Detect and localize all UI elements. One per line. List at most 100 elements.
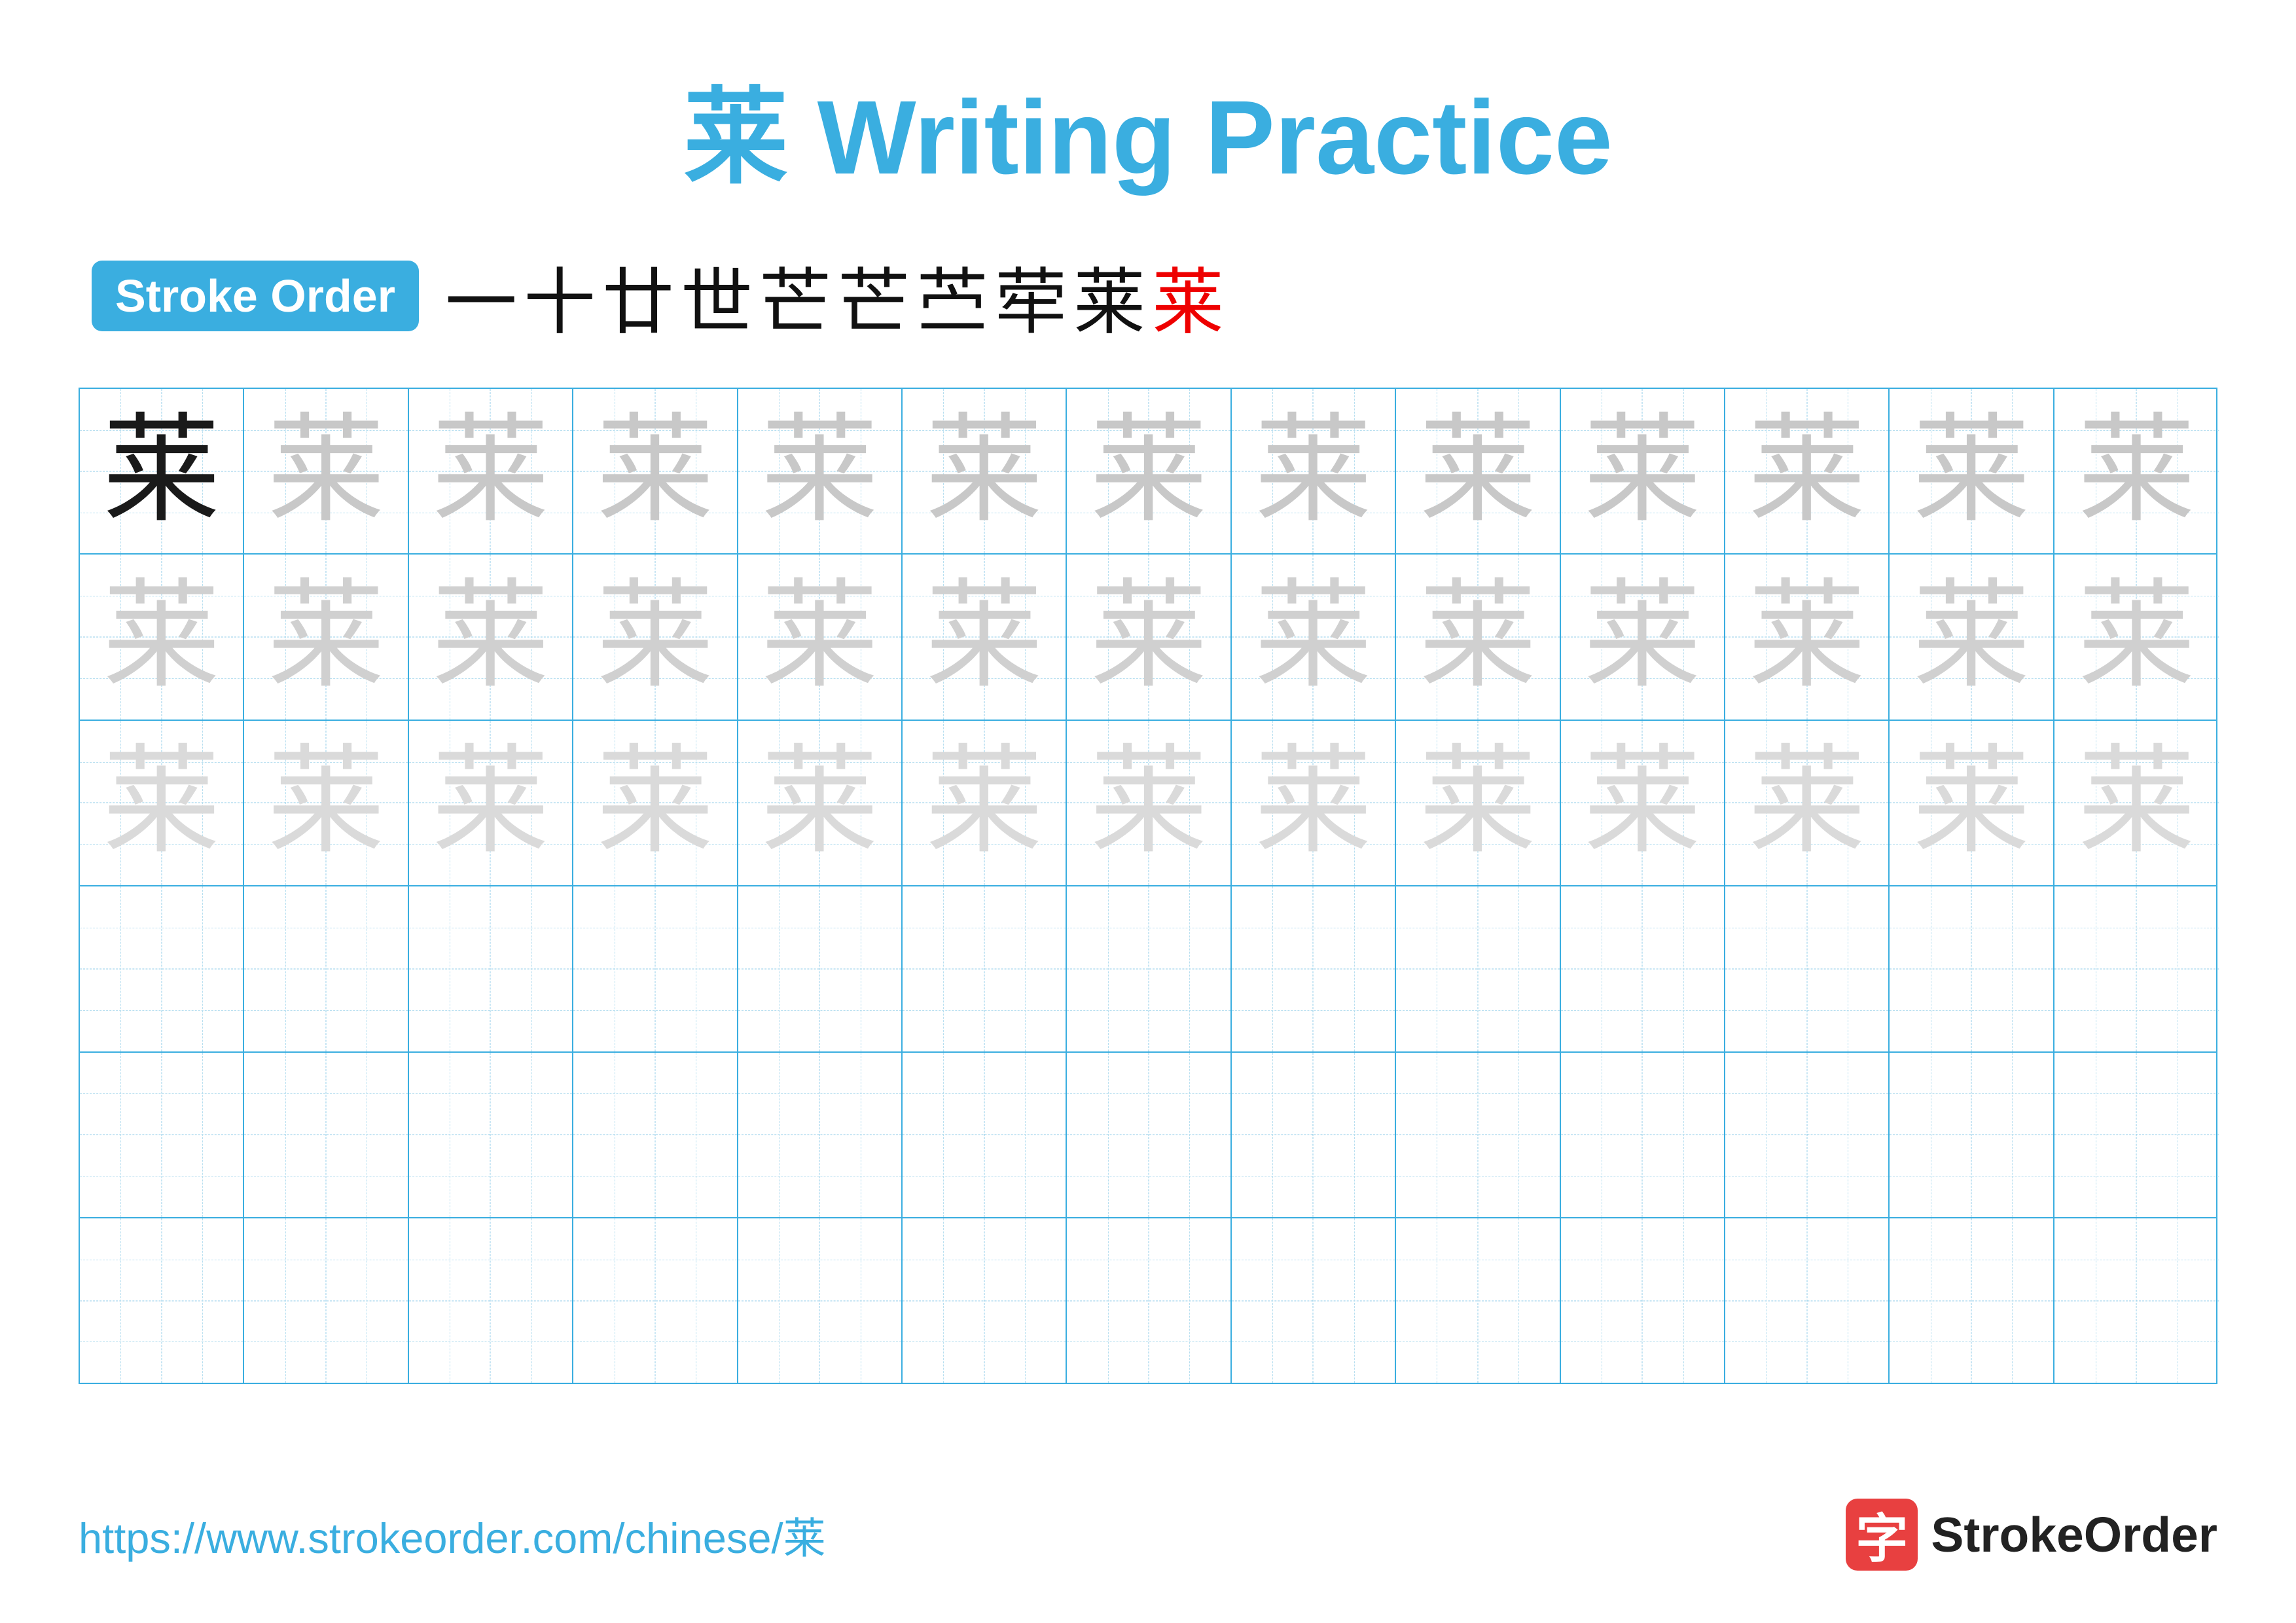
grid-cell[interactable]: 莱 — [903, 555, 1067, 719]
grid-cell[interactable]: 莱 — [1725, 555, 1890, 719]
grid-cell[interactable] — [1067, 886, 1231, 1051]
grid-cell[interactable] — [1396, 1218, 1560, 1383]
grid-cell[interactable] — [1561, 1218, 1725, 1383]
grid-cell[interactable]: 莱 — [409, 389, 573, 553]
grid-cell[interactable]: 莱 — [80, 555, 244, 719]
grid-cell[interactable] — [1232, 1218, 1396, 1383]
practice-char: 莱 — [1090, 744, 1208, 862]
grid-cell[interactable] — [80, 886, 244, 1051]
grid-cell[interactable] — [738, 1053, 903, 1217]
grid-cell[interactable]: 莱 — [1232, 721, 1396, 885]
grid-cell[interactable] — [1232, 886, 1396, 1051]
grid-row[interactable] — [80, 886, 2216, 1052]
grid-cell[interactable]: 莱 — [2054, 555, 2219, 719]
grid-cell[interactable]: 莱 — [1232, 389, 1396, 553]
grid-cell[interactable]: 莱 — [738, 555, 903, 719]
grid-cell[interactable]: 莱 — [409, 721, 573, 885]
grid-cell[interactable]: 莱 — [1890, 555, 2054, 719]
grid-cell[interactable] — [903, 886, 1067, 1051]
grid-cell[interactable]: 莱 — [1396, 389, 1560, 553]
grid-cell[interactable]: 莱 — [1067, 721, 1231, 885]
grid-cell[interactable]: 莱 — [573, 389, 738, 553]
grid-cell[interactable] — [244, 1053, 408, 1217]
grid-cell[interactable] — [1396, 1053, 1560, 1217]
grid-cell[interactable]: 莱 — [573, 721, 738, 885]
grid-cell[interactable]: 莱 — [1561, 721, 1725, 885]
logo-text: StrokeOrder — [1931, 1506, 2217, 1563]
grid-cell[interactable]: 莱 — [1725, 721, 1890, 885]
grid-cell[interactable]: 莱 — [409, 555, 573, 719]
grid-cell[interactable] — [903, 1053, 1067, 1217]
grid-cell[interactable]: 莱 — [1396, 721, 1560, 885]
grid-cell[interactable]: 莱 — [80, 721, 244, 885]
grid-cell[interactable] — [1725, 1053, 1890, 1217]
grid-cell[interactable] — [903, 1218, 1067, 1383]
grid-cell[interactable] — [573, 1218, 738, 1383]
stroke-sequence: 一 十 廿 世 芒 芒 苎 荦 莱 莱 — [445, 244, 1224, 348]
footer: https://www.strokeorder.com/chinese/莱 字 … — [79, 1499, 2217, 1571]
practice-char: 莱 — [596, 412, 714, 530]
grid-cell[interactable] — [1725, 1218, 1890, 1383]
grid-cell[interactable] — [738, 886, 903, 1051]
grid-cell[interactable]: 莱 — [573, 555, 738, 719]
grid-cell[interactable]: 莱 — [738, 389, 903, 553]
grid-cell[interactable]: 莱 — [2054, 721, 2219, 885]
practice-char: 莱 — [1254, 744, 1372, 862]
grid-cell[interactable]: 莱 — [1232, 555, 1396, 719]
grid-row[interactable] — [80, 1053, 2216, 1218]
grid-cell[interactable] — [573, 886, 738, 1051]
grid-cell[interactable] — [1561, 886, 1725, 1051]
grid-row[interactable] — [80, 1218, 2216, 1383]
grid-row[interactable]: 莱莱莱莱莱莱莱莱莱莱莱莱莱 — [80, 555, 2216, 720]
practice-char: 莱 — [431, 744, 549, 862]
grid-cell[interactable]: 莱 — [1067, 555, 1231, 719]
grid-cell[interactable]: 莱 — [244, 555, 408, 719]
grid-cell[interactable]: 莱 — [1067, 389, 1231, 553]
grid-cell[interactable] — [1396, 886, 1560, 1051]
grid-cell[interactable]: 莱 — [244, 721, 408, 885]
grid-cell[interactable] — [2054, 1053, 2219, 1217]
grid-cell[interactable] — [1890, 1053, 2054, 1217]
practice-char: 莱 — [925, 412, 1043, 530]
grid-cell[interactable]: 莱 — [2054, 389, 2219, 553]
grid-cell[interactable] — [2054, 1218, 2219, 1383]
grid-cell[interactable] — [1890, 886, 2054, 1051]
grid-cell[interactable] — [80, 1218, 244, 1383]
grid-cell[interactable]: 莱 — [1396, 555, 1560, 719]
grid-cell[interactable] — [2054, 886, 2219, 1051]
grid-cell[interactable]: 莱 — [903, 389, 1067, 553]
grid-cell[interactable] — [1067, 1053, 1231, 1217]
grid-cell[interactable] — [1890, 1218, 2054, 1383]
title-chinese: 莱 — [683, 79, 788, 196]
grid-cell[interactable]: 莱 — [1890, 721, 2054, 885]
grid-cell[interactable] — [1067, 1218, 1231, 1383]
grid-cell[interactable] — [738, 1218, 903, 1383]
grid-cell[interactable] — [409, 1218, 573, 1383]
grid-row[interactable]: 莱莱莱莱莱莱莱莱莱莱莱莱莱 — [80, 389, 2216, 555]
grid-cell[interactable] — [573, 1053, 738, 1217]
grid-cell[interactable]: 莱 — [1561, 389, 1725, 553]
grid-cell[interactable]: 莱 — [738, 721, 903, 885]
grid-cell[interactable] — [409, 886, 573, 1051]
grid-cell[interactable] — [80, 1053, 244, 1217]
practice-char: 莱 — [596, 578, 714, 696]
footer-url[interactable]: https://www.strokeorder.com/chinese/莱 — [79, 1504, 826, 1565]
grid-cell[interactable] — [1232, 1053, 1396, 1217]
grid-cell[interactable]: 莱 — [244, 389, 408, 553]
practice-char: 莱 — [1254, 412, 1372, 530]
grid-row[interactable]: 莱莱莱莱莱莱莱莱莱莱莱莱莱 — [80, 721, 2216, 886]
grid-cell[interactable] — [244, 886, 408, 1051]
grid-cell[interactable]: 莱 — [1725, 389, 1890, 553]
grid-cell[interactable]: 莱 — [903, 721, 1067, 885]
grid-cell[interactable] — [409, 1053, 573, 1217]
practice-char: 莱 — [761, 744, 878, 862]
grid-cell[interactable]: 莱 — [1890, 389, 2054, 553]
grid-cell[interactable] — [244, 1218, 408, 1383]
stroke-10: 莱 — [1152, 244, 1224, 348]
practice-char: 莱 — [2077, 412, 2195, 530]
grid-cell[interactable] — [1725, 886, 1890, 1051]
grid-cell[interactable]: 莱 — [80, 389, 244, 553]
grid-cell[interactable] — [1561, 1053, 1725, 1217]
footer-logo: 字 StrokeOrder — [1846, 1499, 2217, 1571]
grid-cell[interactable]: 莱 — [1561, 555, 1725, 719]
